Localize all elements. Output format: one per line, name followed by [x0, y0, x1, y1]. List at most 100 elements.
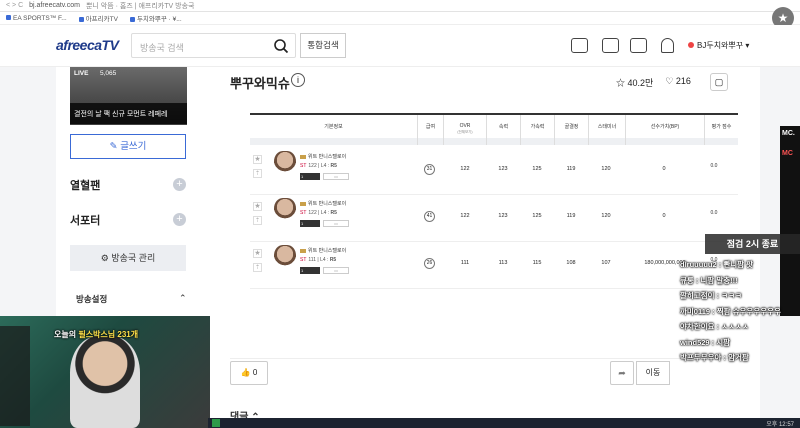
followers-stat[interactable]: ♡ 216	[665, 76, 691, 89]
search-box[interactable]: 방송국 검색	[131, 33, 296, 58]
chair-shape	[0, 326, 30, 426]
score-value: 0.0	[710, 163, 718, 169]
chat-message: 깔히고점이 : ㅋㅋㅋ	[680, 291, 742, 300]
grade-box: ▭	[323, 220, 349, 227]
star-icon: ☆	[616, 78, 626, 88]
table-header: 기본정보 급여 OVR (전체보기) 속력 가속력 골결정 스태미너 선수가치(B…	[250, 113, 738, 145]
browser-address-bar[interactable]: < > C bj.afreecatv.com 뿐니 악뜸 · 홈즈 | 애프리카…	[0, 0, 800, 12]
finish-value: 108	[566, 260, 576, 266]
afreecatv-logo[interactable]: afreecaTV	[56, 37, 119, 53]
speed-value: 123	[498, 213, 508, 219]
heart-icon: ♡	[665, 76, 674, 86]
station-manage-label: 방송국 관리	[111, 253, 156, 263]
table-row: ★ ⇡ 위트 반니스텔로이 ST 122 | L4 : R5 1 ▭ 31 122…	[250, 149, 738, 195]
salary-value: 31	[424, 164, 435, 175]
stamina-value: 120	[601, 166, 611, 172]
table-row: ★ ⇡ 위트 반니스텔로이 ST 122 | L4 : R5 1 ▭ 41 122…	[250, 196, 738, 242]
integrated-search-button[interactable]: 통합검색	[300, 33, 346, 58]
grade-select: 1	[300, 220, 320, 227]
chat-message: 큐롱 : 니팜 말충!!!	[680, 275, 738, 285]
chevron-up-icon[interactable]: ⌃	[179, 293, 187, 304]
live-badge: LIVE	[74, 70, 89, 77]
user-name: BJ두치와뿌꾸	[697, 41, 744, 50]
station-manage-button[interactable]: ⚙ 방송국 관리	[70, 245, 186, 271]
start-icon[interactable]	[212, 419, 220, 427]
like-count: 0	[252, 368, 258, 377]
camera-icon[interactable]	[630, 38, 647, 53]
browser-url[interactable]: bj.afreecatv.com	[29, 2, 80, 9]
chat-message: dlruuuuu2 : 빤니팜 팟	[680, 260, 754, 269]
share-button[interactable]: ➦	[610, 361, 634, 385]
column-header: OVR (전체보기)	[443, 115, 486, 145]
salary-value: 41	[424, 211, 435, 222]
settings-heading[interactable]: 방송설정	[76, 293, 107, 305]
grade-box: ▭	[323, 173, 349, 180]
ovr-value: 111	[460, 260, 470, 266]
bookmark-ea[interactable]: EA SPORTS™ F...	[6, 15, 67, 22]
chat-message: 박프두무우아 : 암거팜	[680, 353, 749, 362]
write-button-label: 글쓰기	[120, 141, 147, 152]
player-name: 위트 반니스텔로이	[300, 153, 346, 160]
player-meta: ST 122 | L4 : R5	[300, 163, 337, 169]
player-value: 0	[662, 166, 666, 172]
live-title[interactable]: 결전의 날 팩 신규 모먼트 레페레	[70, 103, 187, 125]
column-header: 평가 점수	[704, 115, 738, 145]
bookmarks-bar: EA SPORTS™ F... 아프리카TV 두치와뿌꾸 · ¥...	[0, 12, 800, 25]
accel-value: 115	[532, 260, 542, 266]
finish-value: 119	[566, 166, 576, 172]
player-name: 위트 반니스텔로이	[300, 247, 346, 254]
bookmark-afreeca[interactable]: 아프리카TV	[79, 13, 118, 23]
player-photo	[274, 198, 296, 224]
station-stats: ☆ 40.2만 ♡ 216	[616, 76, 691, 89]
write-button[interactable]: ✎ 글쓰기	[70, 134, 186, 159]
speed-value: 113	[498, 260, 508, 266]
column-header: 선수가치(BP)	[625, 115, 704, 145]
move-button[interactable]: 이동	[636, 361, 670, 385]
favorites-stat[interactable]: ☆ 40.2만	[616, 76, 653, 89]
afreecatv-watermark: afreecaTV	[716, 50, 767, 66]
followers-count: 216	[675, 76, 691, 86]
chat-message: 까미0119 : 찍팜 슈우우우우우우	[680, 306, 781, 316]
search-icon[interactable]	[273, 38, 289, 54]
board-main: 뿌꾸와믹슈 i ☆ 40.2만 ♡ 216 ▢ 기본정보 급여 OVR (전체보기…	[204, 67, 760, 428]
os-taskbar: 오후 12:57	[208, 418, 800, 428]
grade-box: ▭	[323, 267, 349, 274]
player-photo	[274, 245, 296, 271]
ovr-value: 122	[460, 213, 470, 219]
plus-icon[interactable]: +	[173, 178, 186, 191]
maintenance-banner: 점검 2시 종료	[705, 234, 800, 254]
like-button[interactable]: 👍 0	[230, 361, 268, 385]
browser-nav-icons[interactable]: < > C	[6, 2, 23, 9]
post-footer: 👍 0 ➦ 이동	[230, 358, 750, 388]
notepad-icon[interactable]	[571, 38, 588, 53]
accel-value: 125	[532, 166, 542, 172]
chat-overlay: dlruuuuu2 : 빤니팜 팟 큐롱 : 니팜 말충!!! 깔히고점이 : …	[680, 259, 800, 368]
star-icon: ★	[253, 155, 262, 164]
browser-title: 뿐니 악뜸 · 홈즈 | 애프리카TV 방송국	[85, 2, 195, 10]
player-value: 0	[662, 213, 666, 219]
page-title: 뿌꾸와믹슈	[230, 76, 290, 91]
user-avatar-icon	[688, 42, 694, 48]
player-name: 위트 반니스텔로이	[300, 200, 346, 207]
chat-message: wind529 : 시팜	[680, 337, 731, 347]
speed-value: 123	[498, 166, 508, 172]
bookmark-duchi[interactable]: 두치와뿌꾸 · ¥...	[130, 13, 182, 23]
fan-menu[interactable]: 열혈팬	[70, 177, 100, 193]
memo-icon[interactable]: ▢	[710, 73, 728, 91]
player-meta: ST 122 | L4 : R5	[300, 210, 337, 216]
plus-icon[interactable]: +	[173, 213, 186, 226]
broadcast-icon[interactable]	[602, 38, 619, 53]
bell-icon[interactable]	[661, 38, 674, 53]
star-icon: ★	[253, 249, 262, 258]
column-header: 스태미너	[588, 115, 625, 145]
score-value: 0.0	[710, 210, 718, 216]
gear-icon: ⚙	[100, 253, 109, 263]
pin-icon: ⇡	[253, 216, 262, 225]
supporter-menu[interactable]: 서포터	[70, 212, 100, 228]
info-icon[interactable]: i	[291, 73, 305, 87]
chat-message: 야차한이요 : ㅅㅅㅅㅅ	[680, 322, 749, 331]
accel-value: 125	[532, 213, 542, 219]
column-header: 급여	[417, 115, 443, 145]
search-input[interactable]: 방송국 검색	[140, 41, 184, 54]
column-header: 골결정	[554, 115, 588, 145]
